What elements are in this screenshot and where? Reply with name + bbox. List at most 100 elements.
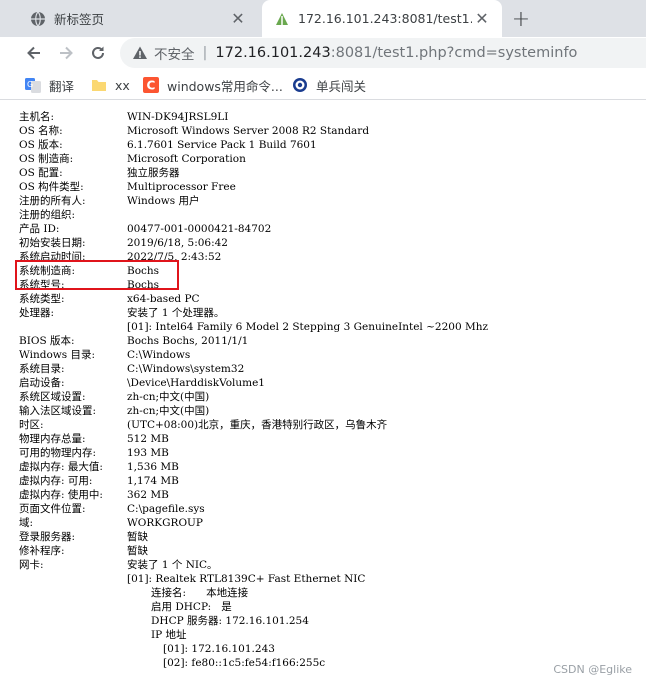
info-row: [01]: 172.16.101.243 (19, 642, 639, 656)
highlight-box (15, 260, 179, 290)
c-logo-icon: C (143, 77, 159, 93)
info-row: 网卡: 安装了 1 个 NIC。 (19, 558, 639, 572)
info-value: 启用 DHCP: 是 (151, 601, 232, 613)
info-value: 1,536 MB (127, 461, 179, 473)
bookmark-label: 翻译 (49, 78, 75, 94)
url-host: 172.16.101.243 (215, 45, 331, 61)
warning-icon[interactable] (132, 45, 148, 61)
bookmark-windows-commands[interactable]: C windows常用命令... (143, 75, 283, 95)
info-key: 登录服务器: (19, 531, 76, 543)
new-tab-button[interactable]: + (508, 6, 534, 32)
svg-text:C: C (147, 79, 156, 93)
reload-button[interactable] (86, 41, 110, 65)
info-row: IP 地址 (19, 628, 639, 642)
info-key: 虚拟内存: 使用中: (19, 489, 103, 501)
info-key: 系统区域设置: (19, 391, 86, 403)
info-key: OS 名称: (19, 125, 63, 137)
info-key: OS 构件类型: (19, 181, 84, 193)
close-icon[interactable]: ✕ (472, 9, 492, 29)
info-value: WIN-DK94JRSL9LI (127, 111, 229, 123)
info-value: 00477-001-0000421-84702 (127, 223, 272, 235)
address-separator: | (202, 45, 208, 61)
info-value: \Device\HarddiskVolume1 (127, 377, 265, 389)
info-row: 系统区域设置: zh-cn;中文(中国) (19, 390, 639, 404)
info-key: 时区: (19, 419, 44, 431)
info-key: 网卡: (19, 559, 44, 571)
reload-icon (92, 46, 104, 59)
info-value: C:\Windows\system32 (127, 363, 245, 375)
tab-active-page[interactable]: 172.16.101.243:8081/test1.php ✕ (262, 0, 502, 37)
info-key: 虚拟内存: 最大值: (19, 461, 103, 473)
info-row: 修补程序: 暂缺 (19, 544, 639, 558)
info-row: 虚拟内存: 可用: 1,174 MB (19, 474, 639, 488)
info-value: [02]: fe80::1c5:fe54:f166:255c (163, 657, 326, 669)
forward-button[interactable] (54, 41, 78, 65)
info-row: 注册的所有人: Windows 用户 (19, 194, 639, 208)
info-key: OS 配置: (19, 167, 63, 179)
info-value: C:\pagefile.sys (127, 503, 205, 515)
info-value: C:\Windows (127, 349, 191, 361)
info-value: x64-based PC (127, 293, 200, 305)
info-key: 注册的所有人: (19, 195, 86, 207)
info-row: 主机名: WIN-DK94JRSL9LI (19, 110, 639, 124)
back-button[interactable] (22, 41, 46, 65)
info-row: 注册的组织: (19, 208, 639, 222)
bookmark-translate[interactable]: G 翻译 (25, 75, 74, 95)
globe-icon (30, 11, 46, 27)
bookmark-folder-xx[interactable]: xx (91, 75, 130, 95)
info-key: 初始安装日期: (19, 237, 86, 249)
info-value: Microsoft Corporation (127, 153, 246, 165)
bookmark-single-challenge[interactable]: 单兵闯关 (292, 75, 366, 95)
address-bar[interactable]: 不安全 | 172.16.101.243:8081/test1.php?cmd=… (120, 38, 646, 68)
info-value: 2019/6/18, 5:06:42 (127, 237, 228, 249)
info-key: 主机名: (19, 111, 55, 123)
info-value: 暂缺 (127, 531, 148, 543)
info-value: zh-cn;中文(中国) (127, 405, 210, 417)
info-row: OS 版本: 6.1.7601 Service Pack 1 Build 7601 (19, 138, 639, 152)
svg-text:G: G (27, 80, 33, 89)
info-row: 虚拟内存: 最大值: 1,536 MB (19, 460, 639, 474)
bookmark-label: windows常用命令... (167, 78, 283, 94)
bookmark-label: xx (115, 77, 130, 93)
info-row: [01]: Intel64 Family 6 Model 2 Stepping … (19, 320, 639, 334)
info-value: Bochs Bochs, 2011/1/1 (127, 335, 249, 347)
info-key: OS 版本: (19, 139, 63, 151)
info-row: 初始安装日期: 2019/6/18, 5:06:42 (19, 236, 639, 250)
info-row: [01]: Realtek RTL8139C+ Fast Ethernet NI… (19, 572, 639, 586)
info-row: 启动设备: \Device\HarddiskVolume1 (19, 376, 639, 390)
info-key: 域: (19, 517, 34, 529)
info-value: Multiprocessor Free (127, 181, 236, 193)
info-value: 193 MB (127, 447, 169, 459)
info-value: DHCP 服务器: 172.16.101.254 (151, 615, 309, 627)
target-icon (292, 77, 308, 93)
close-icon[interactable]: ✕ (228, 9, 248, 29)
info-value: [01]: 172.16.101.243 (163, 643, 275, 655)
info-value: IP 地址 (151, 629, 187, 641)
info-key: 可用的物理内存: (19, 447, 97, 459)
info-key: 输入法区域设置: (19, 405, 97, 417)
info-row: 虚拟内存: 使用中: 362 MB (19, 488, 639, 502)
systeminfo-output: 主机名: WIN-DK94JRSL9LI OS 名称: Microsoft Windo… (19, 110, 639, 670)
info-value: 6.1.7601 Service Pack 1 Build 7601 (127, 139, 317, 151)
watermark: CSDN @Eglike (553, 663, 632, 676)
info-row: 系统目录: C:\Windows\system32 (19, 362, 639, 376)
info-row: OS 配置: 独立服务器 (19, 166, 639, 180)
info-row: 产品 ID: 00477-001-0000421-84702 (19, 222, 639, 236)
tab-title: 172.16.101.243:8081/test1.php (298, 11, 472, 26)
info-row: 处理器: 安装了 1 个处理器。 (19, 306, 639, 320)
info-value: zh-cn;中文(中国) (127, 391, 210, 403)
info-row: 时区: (UTC+08:00)北京，重庆，香港特别行政区，乌鲁木齐 (19, 418, 639, 432)
translate-icon: G (25, 77, 41, 93)
info-value: 连接名: 本地连接 (151, 587, 249, 599)
url-path: :8081/test1.php?cmd=systeminfo (330, 45, 578, 61)
info-key: 系统类型: (19, 293, 65, 305)
tab-new-tab-page[interactable]: 新标签页 ✕ (18, 0, 258, 37)
info-key: OS 制造商: (19, 153, 74, 165)
info-row: 可用的物理内存: 193 MB (19, 446, 639, 460)
info-row: OS 构件类型: Multiprocessor Free (19, 180, 639, 194)
info-row: 页面文件位置: C:\pagefile.sys (19, 502, 639, 516)
info-row: DHCP 服务器: 172.16.101.254 (19, 614, 639, 628)
security-label[interactable]: 不安全 (154, 43, 195, 63)
info-key: BIOS 版本: (19, 335, 75, 347)
info-key: Windows 目录: (19, 349, 96, 361)
